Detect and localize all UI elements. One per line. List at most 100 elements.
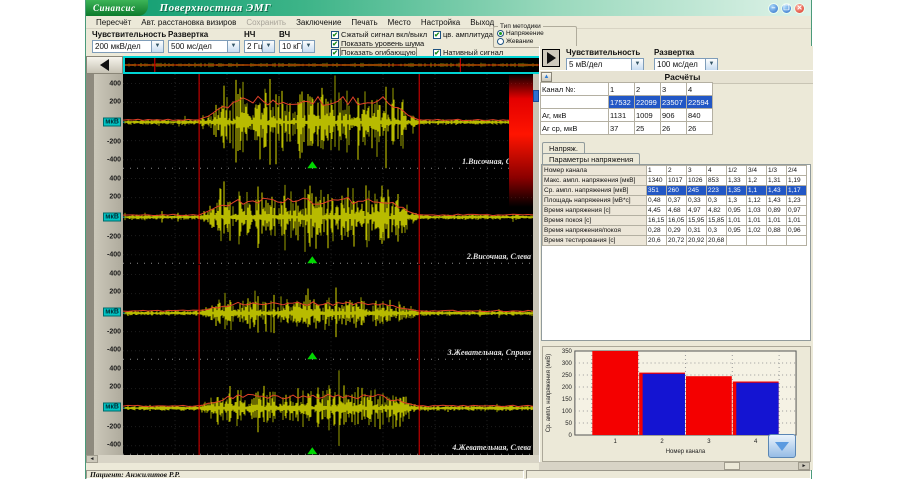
emg-plot-area[interactable]: 3.Жевательная, Справа [123, 265, 539, 360]
table-row[interactable]: Время покоя [с]16,1516,0515,9515,851,011… [543, 216, 807, 226]
lowfreq-select[interactable]: 2 Гц ▼ [244, 40, 275, 53]
maximize-button[interactable]: ❐ [781, 3, 792, 14]
value-cell: 840 [687, 109, 713, 122]
checkbox-box-icon[interactable]: ✔ [331, 31, 339, 39]
scrollbar-right-arrow-icon[interactable]: ► [798, 462, 810, 470]
row-label-cell: Время покоя [с] [543, 216, 647, 226]
scroll-left-button[interactable] [86, 56, 123, 74]
scroll-down-button[interactable] [768, 434, 796, 458]
chevron-down-icon[interactable]: ▼ [705, 59, 717, 70]
highfreq-label: ВЧ [279, 30, 315, 39]
lowfreq-group: НЧ 2 Гц ▼ [244, 30, 275, 53]
amplitude-scale: 400200мкВ-200-400 [86, 360, 123, 455]
menu-item[interactable]: Пересчёт [91, 18, 136, 27]
scale-tick-label: мкВ [103, 308, 121, 317]
scale-tick-label: -400 [107, 442, 121, 449]
value-cell: 1,31 [767, 176, 787, 186]
header-cell: 1 [647, 166, 667, 176]
amplitude-scale: 400200мкВ-200-400 [86, 265, 123, 360]
value-cell [747, 236, 767, 246]
highfreq-value: 10 кГц [280, 41, 302, 52]
scale-tick-label: 400 [109, 175, 121, 182]
table-row[interactable]: Макс. ампл. напряжения [мкВ]134010171026… [543, 176, 807, 186]
value-cell: 20,68 [707, 236, 727, 246]
checkbox[interactable]: ✔Показать уровень шума [331, 39, 427, 48]
emg-plot-area[interactable]: 2.Височная, Слева [123, 169, 539, 264]
app-window: Синапсис Поверхностная ЭМГ – ❐ ✕ Пересчё… [85, 0, 812, 479]
header-cell: 2/4 [787, 166, 807, 176]
close-button[interactable]: ✕ [794, 3, 805, 14]
highfreq-select[interactable]: 10 кГц ▼ [279, 40, 315, 53]
right-sensitivity-group: Чувствительность 5 мВ/дел ▼ [566, 48, 644, 71]
sweep-select[interactable]: 500 мс/дел ▼ [168, 40, 240, 53]
method-group-label: Тип методики [498, 23, 543, 30]
scale-tick-label: 400 [109, 80, 121, 87]
arrow-up-icon[interactable]: ▲ [541, 72, 552, 82]
data-table[interactable]: Номер канала12341/23/41/32/4Макс. ампл. … [542, 165, 807, 246]
calc-table[interactable]: Канал №:1234Турны17532220992350722594Аг,… [540, 82, 713, 135]
value-cell: 16,15 [647, 216, 667, 226]
row-label-cell: Время напряжения/покоя [543, 226, 647, 236]
scrollbar-left-arrow-icon[interactable]: ◄ [86, 455, 98, 463]
chevron-down-icon[interactable]: ▼ [151, 41, 163, 52]
svg-text:100: 100 [562, 409, 573, 415]
table-row[interactable]: Время тестирования [с]20,620,7220,9220,6… [543, 236, 807, 246]
table-row[interactable]: Время напряжения [с]4,454,684,974,820,95… [543, 206, 807, 216]
value-cell: 1026 [687, 176, 707, 186]
sweep-group: Развертка 500 мс/дел ▼ [168, 30, 240, 53]
overview-strip[interactable] [123, 56, 539, 74]
table-row[interactable]: Площадь напряжения [мВ*с]0,480,370,330,3… [543, 196, 807, 206]
chevron-down-icon[interactable]: ▼ [302, 41, 314, 52]
data-table[interactable]: Канал №:1234Турны17532220992350722594Аг,… [540, 82, 713, 135]
header-cell: Номер канала [543, 166, 647, 176]
titlebar[interactable]: Синапсис Поверхностная ЭМГ – ❐ ✕ [86, 0, 811, 16]
sensitivity-select[interactable]: 200 мкВ/дел ▼ [92, 40, 164, 53]
scale-tick-label: 400 [109, 271, 121, 278]
emg-channels: 400200мкВ-200-4001.Височная, Справа40020… [86, 74, 539, 455]
checkbox-box-icon[interactable]: ✔ [433, 31, 441, 39]
table-header-row: Канал №:1234 [541, 83, 713, 96]
table-row[interactable]: Время напряжения/покоя0,280,290,310,30,9… [543, 226, 807, 236]
table-row[interactable]: Ср. ампл. напряжения [мкВ]3512602452231,… [543, 186, 807, 196]
emg-plot-area[interactable]: 1.Височная, Справа [123, 74, 539, 169]
chevron-down-icon[interactable]: ▼ [631, 59, 643, 70]
scrollbar-thumb[interactable] [724, 462, 740, 470]
minimize-button[interactable]: – [768, 3, 779, 14]
params-table[interactable]: Номер канала12341/23/41/32/4Макс. ампл. … [542, 165, 810, 246]
radio-option[interactable]: Напряжение [497, 29, 573, 37]
value-cell: 0,28 [647, 226, 667, 236]
radio-option[interactable]: Жевание [497, 37, 573, 45]
value-cell: 1,01 [787, 216, 807, 226]
emg-channel-3: 400200мкВ-200-4003.Жевательная, Справа [86, 265, 539, 360]
row-label-cell: Ср. ампл. напряжения [мкВ] [543, 186, 647, 196]
chevron-down-icon[interactable]: ▼ [227, 41, 239, 52]
play-button[interactable] [542, 49, 560, 67]
table-row[interactable]: Аг, мкВ11311009906840 [541, 109, 713, 122]
header-cell: 4 [707, 166, 727, 176]
table-row[interactable]: Аг ср, мкВ37252626 [541, 122, 713, 135]
scale-tick-label: мкВ [103, 117, 121, 126]
params-panel: Номер канала12341/23/41/32/4Макс. ампл. … [541, 164, 811, 341]
menu-item[interactable]: Печать [346, 18, 382, 27]
chevron-down-icon[interactable]: ▼ [262, 41, 274, 52]
value-cell: 1,1 [747, 186, 767, 196]
emg-plot-area[interactable]: 4.Жевательная, Слева [123, 360, 539, 455]
svg-text:50: 50 [565, 421, 572, 427]
scale-tick-label: -200 [107, 233, 121, 240]
value-cell: 1,01 [747, 216, 767, 226]
sweep-value: 500 мс/дел [169, 41, 227, 52]
value-cell: 1,17 [787, 186, 807, 196]
amplitude-scale: 400200мкВ-200-400 [86, 169, 123, 264]
menu-item[interactable]: Место [383, 18, 416, 27]
overview-plot [125, 58, 539, 72]
checkbox-box-icon[interactable]: ✔ [331, 40, 339, 48]
table-row[interactable]: Турны17532220992350722594 [541, 96, 713, 109]
menu-item[interactable]: Авт. расстановка визиров [136, 18, 241, 27]
table-hscrollbar[interactable]: ► [539, 462, 810, 470]
value-cell: 1,02 [747, 226, 767, 236]
scale-tick-label: -400 [107, 156, 121, 163]
menu-item[interactable]: Настройка [416, 18, 465, 27]
checkbox[interactable]: ✔Сжатый сигнал вкл/выкл [331, 30, 427, 39]
menu-item[interactable]: Заключение [291, 18, 346, 27]
signal-hscrollbar[interactable]: ◄ [86, 455, 539, 463]
